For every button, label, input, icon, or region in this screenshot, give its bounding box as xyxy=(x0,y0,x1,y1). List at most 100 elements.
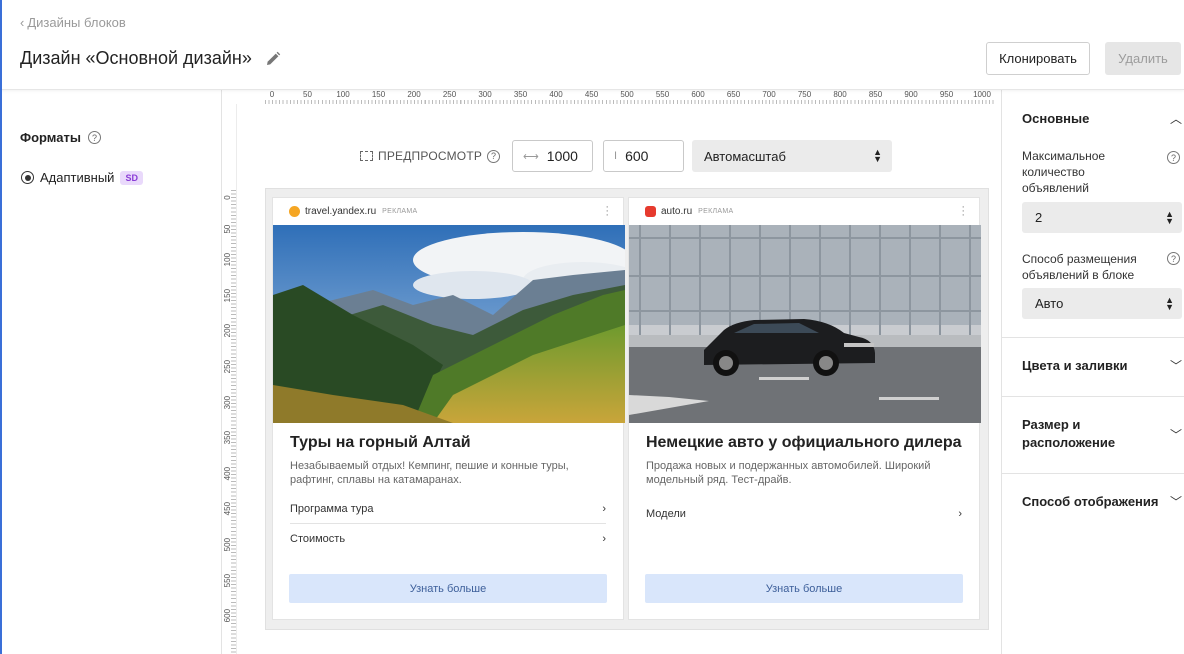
section-colors-title[interactable]: Цвета и заливки xyxy=(1022,357,1127,375)
chevron-right-icon: › xyxy=(958,507,962,520)
placement-select[interactable]: Авто ▲ ▼ xyxy=(1022,288,1182,319)
divider xyxy=(1002,337,1184,338)
ruler-tick-label: 150 xyxy=(223,288,232,303)
ad-body: Туры на горный Алтай Незабываемый отдых!… xyxy=(273,423,623,553)
help-icon[interactable]: ? xyxy=(87,131,101,144)
breadcrumb-label: Дизайны блоков xyxy=(27,15,126,30)
chevron-left-icon: ‹ xyxy=(20,15,25,30)
ad-tag: РЕКЛАМА xyxy=(698,208,734,215)
ruler-tick-label: 250 xyxy=(223,359,232,374)
ruler-tick-label: 750 xyxy=(797,90,812,99)
width-value: 1000 xyxy=(546,148,578,164)
ruler-tick-label: 100 xyxy=(336,90,350,99)
width-input[interactable]: ⟷ 1000 xyxy=(512,140,593,172)
learn-more-button[interactable]: Узнать больше xyxy=(289,574,607,603)
format-option-adaptive[interactable]: Адаптивный SD xyxy=(21,170,143,185)
preview-toggle[interactable]: ПРЕДПРОСМОТР ? xyxy=(360,140,501,172)
ruler-tick-label: 150 xyxy=(371,90,386,99)
page-header: ‹ Дизайны блоков Дизайн «Основной дизайн… xyxy=(0,0,1184,90)
ad-header: auto.ru РЕКЛАМА · · · xyxy=(629,198,979,225)
ruler-tick-label: 50 xyxy=(223,224,232,234)
updown-arrows-icon: ▲ ▼ xyxy=(1165,208,1174,226)
ruler-tick-label: 50 xyxy=(303,90,312,99)
learn-more-button[interactable]: Узнать больше xyxy=(645,574,963,603)
ruler-tick-label: 350 xyxy=(223,431,232,445)
chevron-right-icon: › xyxy=(602,532,606,545)
chevron-down-icon[interactable]: ﹀ xyxy=(1170,426,1182,443)
section-size-title[interactable]: Размер и расположение xyxy=(1022,416,1142,452)
ad-title[interactable]: Туры на горный Алтай xyxy=(290,433,606,453)
ruler-tick-label: 950 xyxy=(939,90,954,99)
car-image[interactable] xyxy=(629,225,981,423)
ruler-tick-label: 400 xyxy=(223,466,232,481)
ruler-tick-label: 800 xyxy=(833,90,847,99)
sd-badge: SD xyxy=(120,170,143,185)
ad-sitelink[interactable]: Стоимость › xyxy=(290,524,606,553)
height-input[interactable]: I 600 xyxy=(603,140,684,172)
breadcrumb[interactable]: ‹ Дизайны блоков xyxy=(20,15,126,30)
more-vertical-icon[interactable]: · · · xyxy=(961,202,965,221)
help-icon[interactable]: ? xyxy=(1167,252,1180,265)
window-edge xyxy=(0,0,2,654)
more-vertical-icon[interactable]: · · · xyxy=(605,202,609,221)
ruler-tick-label: 0 xyxy=(269,90,275,99)
page-title: Дизайн «Основной дизайн» xyxy=(20,48,252,68)
help-icon[interactable]: ? xyxy=(487,149,501,163)
ruler-tick-label: 550 xyxy=(655,90,670,99)
ruler-tick-label: 300 xyxy=(478,90,492,99)
ruler-tick-label: 0 xyxy=(223,195,232,200)
section-basic-title[interactable]: Основные xyxy=(1022,110,1089,128)
ruler-tick-label: 600 xyxy=(691,90,705,99)
ad-domain[interactable]: auto.ru xyxy=(661,206,692,217)
chevron-right-icon: › xyxy=(602,503,606,515)
ruler-tick-label: 350 xyxy=(513,90,528,99)
preview-label-group: ПРЕДПРОСМОТР ? xyxy=(360,149,501,163)
width-icon: ⟷ xyxy=(523,150,539,163)
scale-value: Автомасштаб xyxy=(704,148,786,164)
ad-card[interactable]: auto.ru РЕКЛАМА · · · Немецкие авто у оф… xyxy=(628,197,981,620)
ad-links: Модели › xyxy=(646,499,962,528)
ad-description: Продажа новых и подержанных автомобилей.… xyxy=(646,460,931,486)
section-display-title[interactable]: Способ отображения xyxy=(1022,493,1158,511)
ad-block-preview: travel.yandex.ru РЕКЛАМА · · · Туры на г… xyxy=(265,188,989,630)
scale-select[interactable]: Автомасштаб ▲ ▼ xyxy=(692,140,892,172)
format-label: Адаптивный xyxy=(40,170,115,185)
clone-button[interactable]: Клонировать xyxy=(986,42,1090,75)
max-ads-label: Максимальное количество объявлений xyxy=(1022,149,1106,195)
chevron-up-icon[interactable]: ︿ xyxy=(1170,110,1182,127)
ruler-tick-label: 600 xyxy=(223,609,232,623)
help-icon[interactable]: ? xyxy=(1167,151,1180,164)
ruler-tick-label: 850 xyxy=(868,90,883,99)
ruler-tick-label: 200 xyxy=(223,324,232,338)
vertical-ruler: 0 50 100 150 200 250 300 350 400 450 500 550 600 xyxy=(222,190,236,654)
chevron-down-icon[interactable]: ﹀ xyxy=(1170,357,1182,374)
ad-sitelink-label: Стоимость xyxy=(290,532,346,545)
ad-links: Программа тура › Стоимость › xyxy=(290,495,606,553)
ad-sitelink-label: Модели xyxy=(646,507,686,520)
ad-title[interactable]: Немецкие авто у официального дилера xyxy=(646,433,962,453)
pencil-icon[interactable] xyxy=(264,50,282,68)
ruler-tick-label: 550 xyxy=(223,573,232,587)
ruler-tick-label: 500 xyxy=(223,537,232,552)
height-icon: I xyxy=(614,150,618,162)
formats-title: Форматы xyxy=(20,130,81,145)
ad-sitelink-label: Программа тура xyxy=(290,503,374,515)
max-ads-select[interactable]: 2 ▲ ▼ xyxy=(1022,202,1182,233)
preview-label: ПРЕДПРОСМОТР xyxy=(378,149,483,163)
radio-selected-icon[interactable] xyxy=(21,171,34,184)
ad-description: Незабываемый отдых! Кемпинг, пешие и кон… xyxy=(290,460,569,486)
ruler-tick-label: 100 xyxy=(223,253,232,267)
ruler-tick-label: 900 xyxy=(904,90,918,99)
ad-sitelink[interactable]: Программа тура › xyxy=(290,495,606,524)
mountain-image[interactable] xyxy=(273,225,625,423)
chevron-down-icon[interactable]: ﹀ xyxy=(1170,493,1182,510)
delete-button[interactable]: Удалить xyxy=(1105,42,1181,75)
ad-card[interactable]: travel.yandex.ru РЕКЛАМА · · · Туры на г… xyxy=(272,197,625,620)
ruler-tick-label: 1000 xyxy=(973,90,991,99)
canvas-border xyxy=(236,104,237,654)
ruler-tick-label: 400 xyxy=(549,90,563,99)
placement-label: Способ размещения объявлений в блоке xyxy=(1022,252,1137,282)
auto-favicon-icon xyxy=(645,206,656,217)
ad-domain[interactable]: travel.yandex.ru xyxy=(305,206,376,217)
ad-sitelink[interactable]: Модели › xyxy=(646,499,962,528)
